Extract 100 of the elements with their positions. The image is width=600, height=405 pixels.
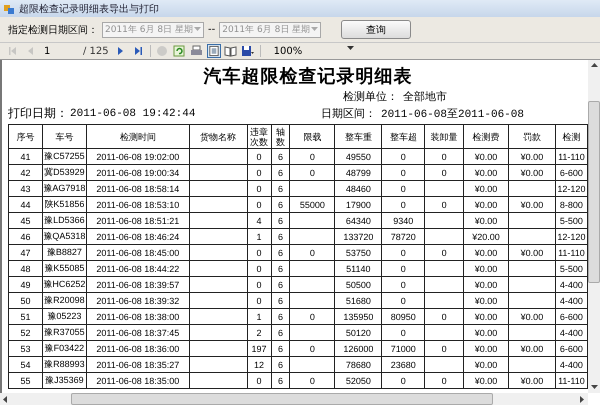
table-cell: 豫LD5366 (44, 215, 85, 225)
table-cell: ¥0.00 (474, 312, 498, 322)
report-title: 汽车超限检查记录明细表 (202, 65, 414, 88)
table-cell: 0 (400, 200, 406, 210)
table-cell: 0 (256, 168, 262, 178)
column-header: 检测费 (464, 124, 508, 148)
table-cell: 2011-06-08 18:37:45 (96, 328, 180, 338)
print-date-label: 打印日期： (8, 105, 69, 122)
table-cell: 6 (278, 312, 283, 322)
vertical-scrollbar[interactable] (588, 60, 600, 393)
table-cell: 11-110 (558, 248, 585, 258)
table-cell: 2011-06-08 19:00:34 (96, 168, 180, 178)
table-cell: 2011-06-08 18:35:27 (96, 360, 180, 370)
table-cell: 0 (400, 328, 406, 338)
column-header: 整车超 (382, 124, 425, 148)
table-cell: 6-600 (560, 168, 583, 178)
table-cell: 豫F03422 (44, 343, 84, 353)
table-cell: 71000 (390, 344, 416, 354)
table-cell: 12 (254, 360, 264, 370)
table-cell: 冀D53929 (44, 167, 85, 177)
table-cell: 6-600 (560, 344, 583, 354)
table-cell: 126000 (343, 344, 374, 354)
table-cell: 52050 (346, 376, 371, 386)
table-cell: 豫05223 (47, 311, 82, 321)
table-cell: 5-500 (560, 216, 583, 226)
table-cell: 0 (310, 168, 315, 178)
table-cell: 0 (442, 152, 447, 162)
table-cell: 0 (256, 184, 262, 194)
date-range-value: 2011-06-08至2011-06-08 (380, 108, 524, 121)
table-cell: 49550 (346, 152, 371, 162)
save-icon[interactable] (240, 44, 255, 58)
column-header: 轴数 (271, 124, 290, 148)
query-button[interactable]: 查询 (341, 20, 412, 39)
table-cell: ¥20.00 (472, 232, 500, 242)
table-cell: 0 (400, 280, 406, 290)
table-cell: 17900 (346, 200, 371, 210)
table-cell: 12-120 (557, 184, 586, 194)
table-cell: 80950 (390, 312, 416, 322)
horizontal-scrollbar[interactable] (0, 393, 588, 405)
book-icon[interactable] (224, 44, 238, 58)
scroll-right-icon[interactable] (580, 396, 585, 402)
table-cell: 41 (20, 152, 30, 162)
table-cell: 2011-06-08 19:02:00 (96, 152, 180, 162)
table-cell: 0 (310, 344, 315, 354)
table-cell: ¥0.00 (474, 376, 498, 386)
scroll-left-icon[interactable] (3, 396, 8, 402)
table-cell: ¥0.00 (520, 168, 544, 178)
page-number-field[interactable]: 1 (40, 46, 80, 56)
table-cell: ¥0.00 (474, 200, 498, 210)
table-cell: 46 (20, 232, 30, 242)
table-cell: 11-110 (558, 376, 585, 386)
table-cell: ¥0.00 (474, 184, 498, 194)
table-cell: 2011-06-08 18:44:22 (96, 264, 180, 274)
table-cell: 6-600 (560, 312, 583, 322)
column-header: 货物名称 (189, 124, 248, 148)
table-cell: 6 (278, 344, 283, 354)
dropdown-arrow-icon (346, 46, 354, 50)
table-cell: 54 (20, 360, 30, 370)
table-cell: 6 (278, 184, 283, 194)
table-cell: 0 (400, 264, 406, 274)
app-icon (3, 2, 15, 14)
table-cell: ¥0.00 (520, 376, 544, 386)
table-cell: 6 (278, 216, 283, 226)
table-cell: ¥0.00 (520, 312, 544, 322)
table-cell: 0 (442, 200, 447, 210)
table-cell: 0 (256, 200, 262, 210)
table-cell: 11-110 (558, 152, 585, 162)
table-cell: 6 (278, 168, 283, 178)
page-icon[interactable] (206, 44, 221, 58)
table-cell: 197 (252, 344, 267, 354)
table-cell: 0 (256, 264, 262, 274)
column-header: 限载 (290, 124, 335, 148)
table-cell: 6 (278, 360, 283, 370)
scroll-down-icon[interactable] (590, 385, 598, 390)
table-cell: 2011-06-08 18:46:24 (96, 232, 180, 242)
table-cell: 133720 (343, 232, 374, 242)
table-cell: 2 (256, 328, 262, 338)
scroll-up-icon[interactable] (590, 63, 598, 68)
zoom-dropdown[interactable]: 100% (266, 46, 354, 56)
table-cell: 9340 (393, 216, 414, 226)
table-cell: 51 (20, 312, 30, 322)
table-cell: 2011-06-08 18:38:00 (96, 312, 180, 322)
table-cell: 0 (442, 248, 447, 258)
table-cell: 23680 (390, 360, 416, 370)
table-cell: 8-800 (560, 200, 583, 210)
refresh-icon[interactable] (172, 44, 187, 58)
table-cell: 78680 (346, 360, 371, 370)
table-cell: 1 (256, 232, 262, 242)
table-cell: ¥0.00 (474, 152, 498, 162)
table-cell: ¥0.00 (474, 248, 498, 258)
table-cell: 52 (20, 328, 30, 338)
table-cell: 0 (400, 184, 406, 194)
table-cell: 豫B8827 (46, 247, 82, 257)
table-cell: 50500 (346, 280, 371, 290)
table-cell: ¥0.00 (474, 168, 498, 178)
table-cell: 4-400 (560, 360, 583, 370)
table-cell: 0 (400, 296, 406, 306)
printer-icon[interactable] (190, 44, 204, 58)
table-cell: 5-500 (560, 264, 583, 274)
column-header: 序号 (8, 124, 42, 148)
